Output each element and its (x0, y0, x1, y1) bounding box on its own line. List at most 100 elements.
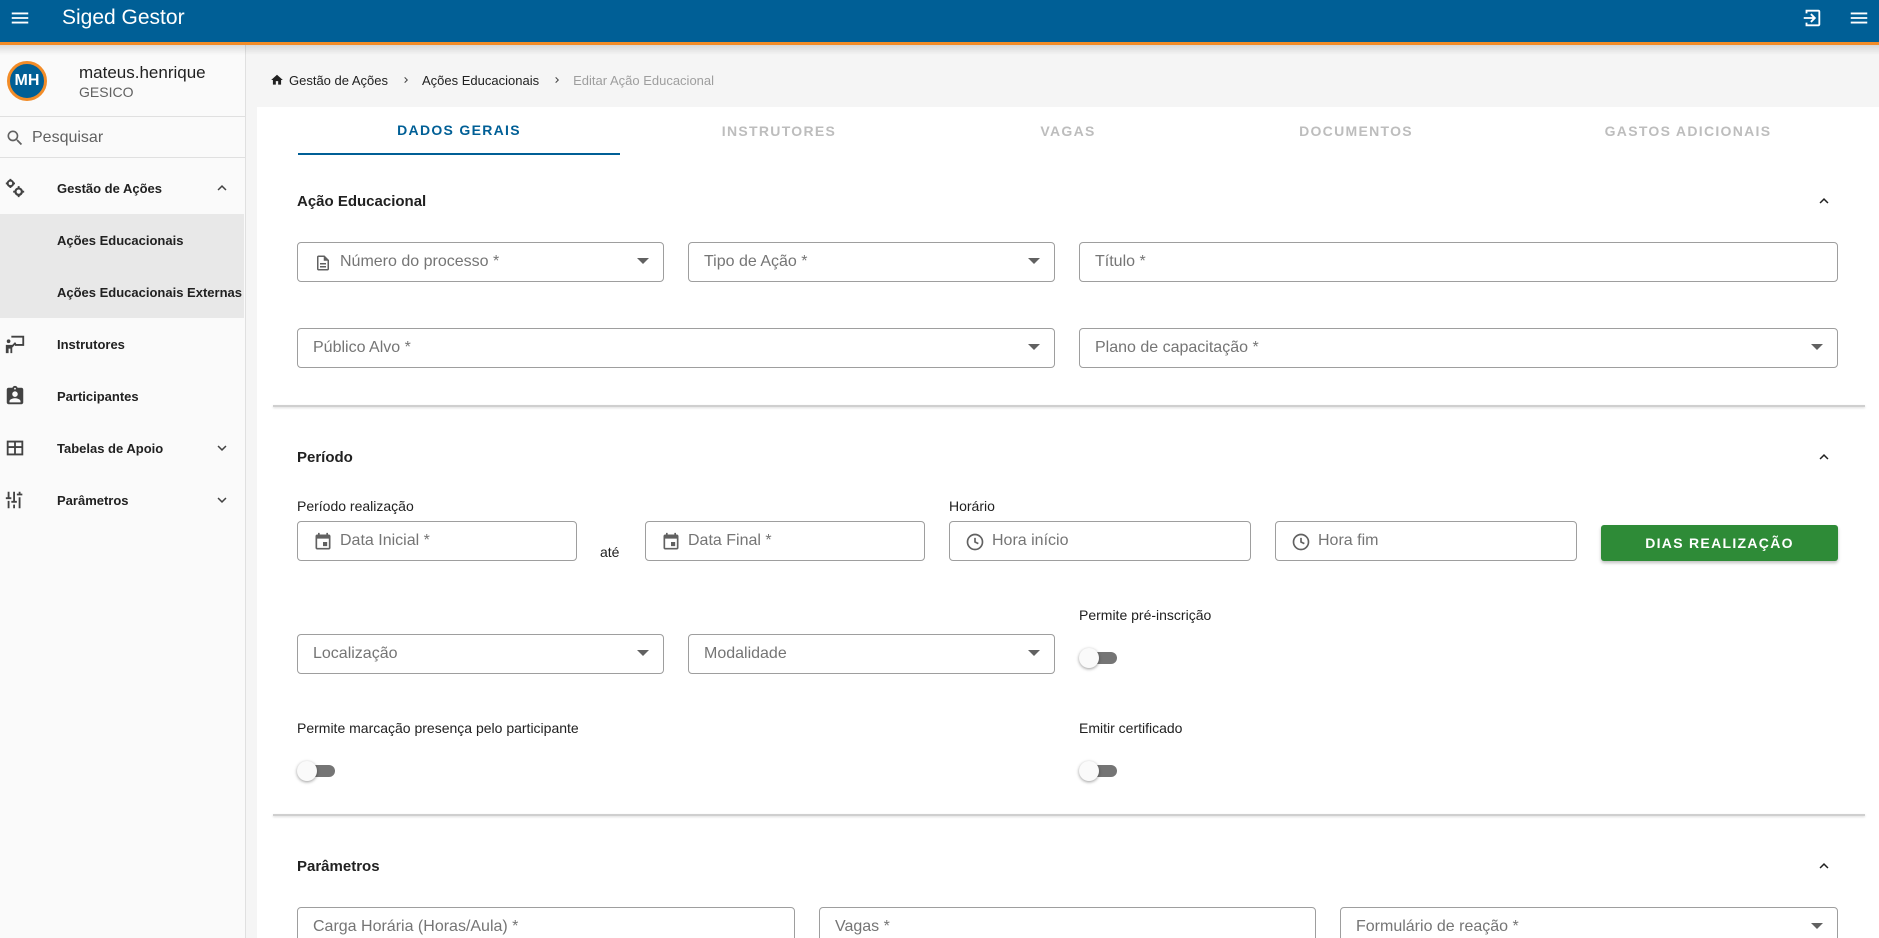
carga-horaria-field[interactable]: Carga Horária (Horas/Aula) * (297, 907, 795, 938)
chevron-up-icon[interactable] (1814, 191, 1834, 211)
options-menu-icon[interactable] (1846, 5, 1872, 31)
tipo-acao-placeholder: Tipo de Ação * (704, 253, 808, 270)
sidebar-item-acoes-educacionais-externas[interactable]: Ações Educacionais Externas (0, 266, 244, 318)
dropdown-arrow-icon (1811, 923, 1823, 929)
app-bar-shadow (0, 45, 1879, 55)
sidebar-item-label: Ações Educacionais (57, 232, 184, 248)
chevron-down-icon (212, 438, 232, 458)
titulo-field[interactable]: Título * (1079, 242, 1838, 282)
plano-capacitacao-select[interactable]: Plano de capacitação * (1079, 328, 1838, 368)
publico-alvo-select[interactable]: Público Alvo * (297, 328, 1055, 368)
pre-inscricao-label: Permite pré-inscrição (1079, 607, 1212, 623)
pre-inscricao-toggle[interactable] (1079, 648, 1117, 668)
formulario-reacao-select[interactable]: Formulário de reação * (1340, 907, 1838, 938)
sidebar-item-acoes-educacionais[interactable]: Ações Educacionais (0, 214, 244, 266)
section-divider (273, 814, 1865, 816)
sidebar-item-participantes[interactable]: Participantes (0, 370, 246, 422)
sidebar-item-label: Instrutores (57, 336, 125, 352)
localizacao-select[interactable]: Localização (297, 634, 664, 674)
sidebar-item-label: Ações Educacionais Externas (57, 284, 242, 300)
carga-horaria-placeholder: Carga Horária (Horas/Aula) * (313, 918, 519, 935)
hora-fim-field[interactable]: Hora fim (1275, 521, 1577, 561)
tipo-acao-select[interactable]: Tipo de Ação * (688, 242, 1055, 282)
sliders-icon (3, 488, 27, 512)
app-title: Siged Gestor (62, 6, 185, 29)
toggle-thumb (1079, 648, 1099, 668)
gears-icon (3, 176, 27, 200)
sidebar-item-gestao-acoes[interactable]: Gestão de Ações (0, 162, 246, 214)
clock-icon (964, 531, 986, 553)
breadcrumb-editar-acao: Editar Ação Educacional (573, 72, 715, 88)
tab-bar: DADOS GERAIS INSTRUTORES VAGAS DOCUMENTO… (298, 107, 1863, 155)
sidebar-item-label: Participantes (57, 388, 139, 404)
section-title-periodo: Período (297, 449, 353, 466)
clipboard-account-icon (3, 384, 27, 408)
search-icon (5, 128, 25, 153)
search-input[interactable] (32, 126, 237, 150)
main-card: DADOS GERAIS INSTRUTORES VAGAS DOCUMENTO… (257, 107, 1879, 938)
chevron-up-icon[interactable] (1814, 856, 1834, 876)
vagas-field[interactable]: Vagas * (819, 907, 1316, 938)
dropdown-arrow-icon (637, 650, 649, 656)
chevron-up-icon[interactable] (1814, 447, 1834, 467)
sidebar-item-label: Gestão de Ações (57, 180, 163, 196)
calendar-icon (660, 531, 682, 553)
menu-icon[interactable] (8, 6, 32, 30)
publico-alvo-placeholder: Público Alvo * (313, 339, 411, 356)
vagas-placeholder: Vagas * (835, 918, 890, 935)
tab-vagas[interactable]: VAGAS (938, 107, 1198, 155)
section-divider (273, 405, 1865, 407)
tab-documentos[interactable]: DOCUMENTOS (1198, 107, 1514, 155)
data-inicial-field[interactable]: Data Inicial * (297, 521, 577, 561)
table-icon (3, 436, 27, 460)
clock-icon (1290, 531, 1312, 553)
dropdown-arrow-icon (1028, 344, 1040, 350)
breadcrumb-acoes-educacionais[interactable]: Ações Educacionais (422, 73, 539, 88)
emitir-certificado-label: Emitir certificado (1079, 720, 1183, 736)
hora-inicio-field[interactable]: Hora início (949, 521, 1251, 561)
emitir-certificado-toggle[interactable] (1079, 761, 1117, 781)
chevron-right-icon (400, 74, 412, 86)
hora-fim-placeholder: Hora fim (1318, 532, 1379, 549)
avatar[interactable]: MH (7, 61, 47, 101)
tab-instrutores[interactable]: INSTRUTORES (620, 107, 938, 155)
data-final-field[interactable]: Data Final * (645, 521, 925, 561)
breadcrumb: Gestão de Ações Ações Educacionais Edita… (270, 70, 714, 90)
formulario-reacao-placeholder: Formulário de reação * (1356, 918, 1519, 935)
numero-processo-select[interactable]: Número do processo * (297, 242, 664, 282)
sidebar-nav: Gestão de Ações Ações Educacionais Ações… (0, 162, 246, 526)
sidebar-item-tabelas-apoio[interactable]: Tabelas de Apoio (0, 422, 246, 474)
marcacao-presenca-label: Permite marcação presença pelo participa… (297, 720, 579, 736)
chevron-down-icon (212, 490, 232, 510)
data-final-placeholder: Data Final * (688, 532, 772, 549)
sidebar: MH mateus.henrique GESICO Gestão de Açõe… (0, 45, 246, 938)
chevron-up-icon (212, 178, 232, 198)
tab-dados-gerais[interactable]: DADOS GERAIS (298, 107, 620, 155)
tab-gastos-adicionais[interactable]: GASTOS ADICIONAIS (1514, 107, 1862, 155)
toggle-thumb (1079, 761, 1099, 781)
periodo-realizacao-label: Período realização (297, 498, 414, 514)
section-title-parametros: Parâmetros (297, 858, 380, 875)
section-title-acao: Ação Educacional (297, 193, 427, 210)
home-icon[interactable] (270, 73, 284, 87)
plano-capacitacao-placeholder: Plano de capacitação * (1095, 339, 1259, 356)
ate-label: até (600, 544, 620, 560)
calendar-icon (312, 531, 334, 553)
sidebar-search (0, 118, 246, 158)
dropdown-arrow-icon (1028, 650, 1040, 656)
document-icon (312, 252, 334, 274)
numero-processo-placeholder: Número do processo * (340, 253, 500, 270)
marcacao-presenca-toggle[interactable] (297, 761, 335, 781)
breadcrumb-gestao-acoes[interactable]: Gestão de Ações (289, 73, 388, 88)
sidebar-item-instrutores[interactable]: Instrutores (0, 318, 246, 370)
hora-inicio-placeholder: Hora início (992, 532, 1069, 549)
dias-realizacao-button[interactable]: DIAS REALIZAÇÃO (1601, 525, 1838, 561)
sidebar-item-parametros[interactable]: Parâmetros (0, 474, 246, 526)
logout-icon[interactable] (1799, 5, 1825, 31)
dropdown-arrow-icon (1811, 344, 1823, 350)
horario-label: Horário (949, 498, 995, 514)
user-panel: MH mateus.henrique GESICO (0, 45, 246, 117)
titulo-placeholder: Título * (1095, 253, 1146, 270)
modalidade-select[interactable]: Modalidade (688, 634, 1055, 674)
dropdown-arrow-icon (637, 258, 649, 264)
